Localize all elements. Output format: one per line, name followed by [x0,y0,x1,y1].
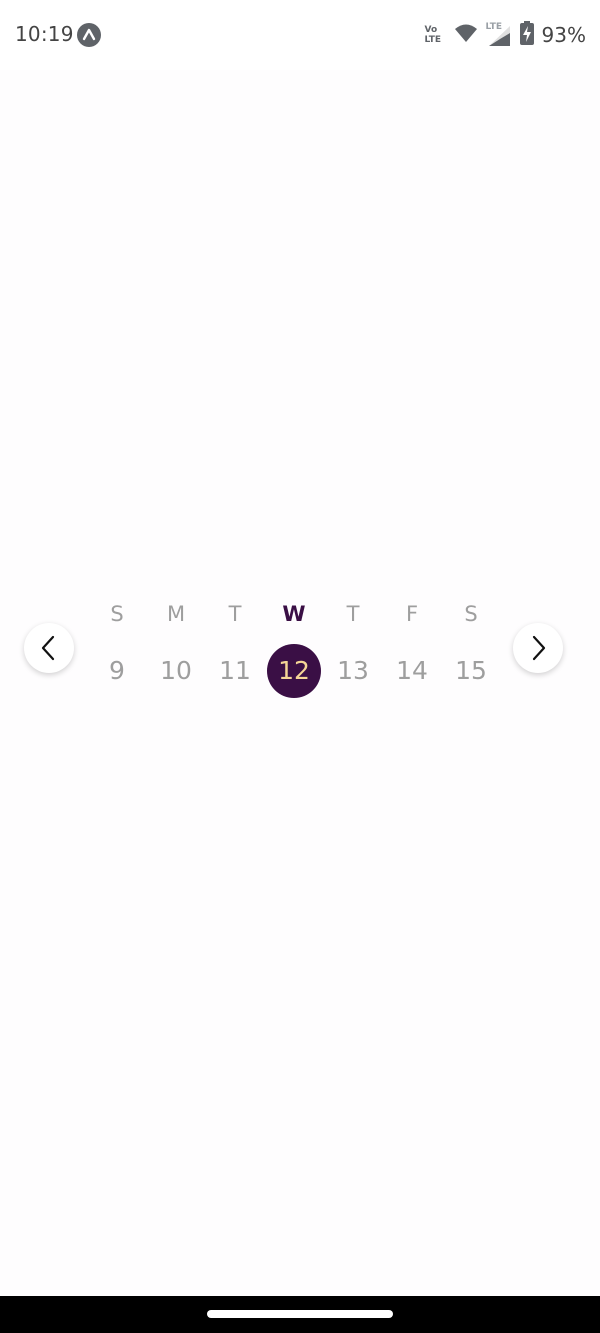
selected-date[interactable]: 12 [267,644,321,698]
status-time: 10:19 [15,22,74,46]
status-icons: Vo LTE LTE 93% [424,20,586,50]
day-column: S 15 [443,590,499,710]
next-week-button[interactable] [513,623,563,673]
cell-signal-icon: LTE [486,22,512,48]
chevron-right-icon [532,635,546,661]
day-column: W 12 [266,590,322,710]
weekday-letter: S [464,602,478,626]
status-bar: 10:19 Vo LTE LTE 93% [0,0,600,70]
weekday-letter-selected: W [282,602,306,626]
wifi-icon [454,22,478,48]
weekday-letter: T [346,602,360,626]
day-column: T 13 [325,590,381,710]
date-number[interactable]: 9 [89,644,145,698]
chevron-left-icon [41,635,55,661]
home-indicator[interactable] [207,1310,393,1318]
weekday-letter: S [110,602,124,626]
system-navigation-bar [0,1296,600,1333]
battery-charging-icon [519,21,534,49]
date-number[interactable]: 11 [207,644,263,698]
weekday-letter: T [228,602,242,626]
day-column: S 9 [89,590,145,710]
day-column: F 14 [384,590,440,710]
weekday-letter: F [405,602,419,626]
app-notification-icon [77,23,101,47]
volte-icon: Vo LTE [424,25,442,45]
previous-week-button[interactable] [24,623,74,673]
date-number[interactable]: 10 [148,644,204,698]
date-number[interactable]: 15 [443,644,499,698]
day-column: T 11 [207,590,263,710]
date-number[interactable]: 13 [325,644,381,698]
day-column: M 10 [148,590,204,710]
battery-percent: 93% [541,23,586,47]
date-number[interactable]: 14 [384,644,440,698]
weekday-letter: M [166,602,186,626]
week-strip: S 9 M 10 T 11 W 12 T 13 F 14 S 15 [0,590,600,710]
